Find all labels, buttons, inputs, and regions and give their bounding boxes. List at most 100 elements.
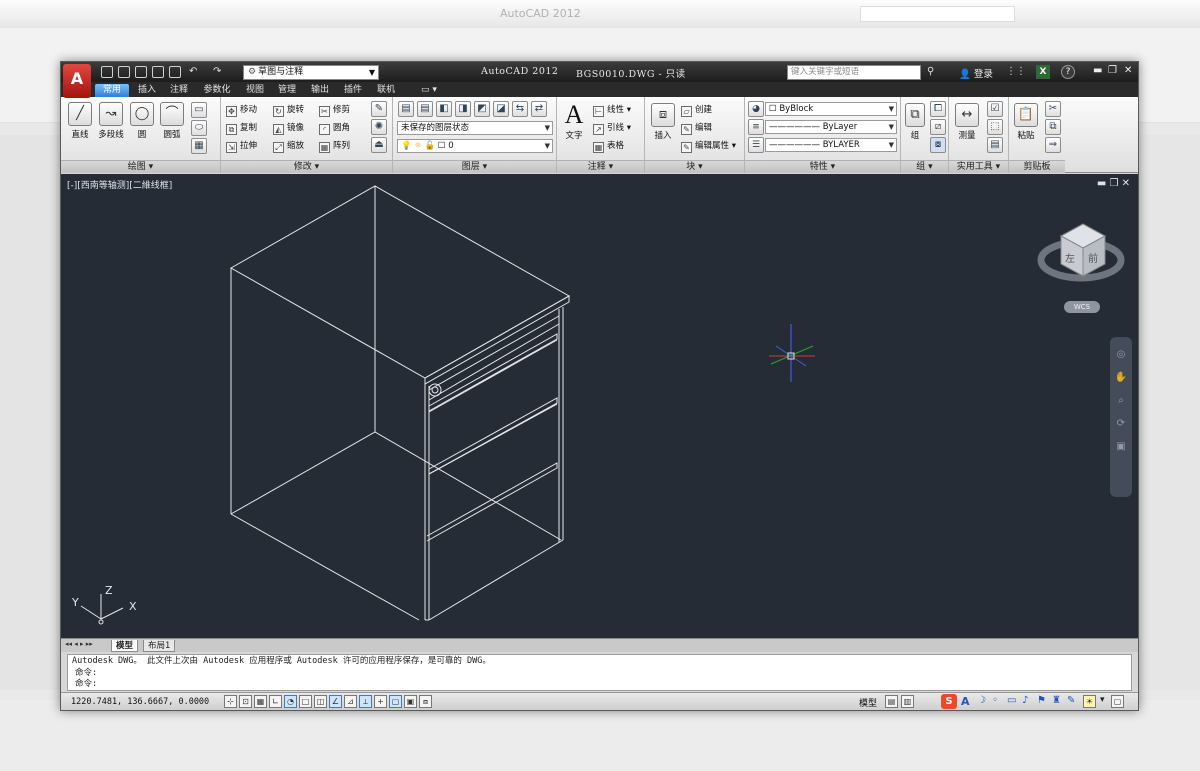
tab-layout1[interactable]: 布局1	[143, 640, 176, 652]
model-space-button[interactable]: 模型	[859, 696, 877, 709]
calculator-icon[interactable]: ▤	[987, 137, 1003, 153]
quick-view-icon[interactable]: ▥	[901, 695, 914, 708]
hatch-icon[interactable]: ▦	[191, 138, 207, 154]
workspace-select[interactable]: ⚙ 草图与注释 ▼	[243, 65, 379, 80]
tab-view[interactable]: 视图	[241, 84, 269, 97]
text-button[interactable]: A 文字	[561, 101, 587, 142]
measure-button[interactable]: ↔ 测量	[952, 103, 982, 141]
wcs-button[interactable]: WCS	[1064, 301, 1100, 313]
close-icon[interactable]: ✕	[1124, 65, 1132, 76]
line-button[interactable]: ╱ 直线	[67, 102, 93, 140]
ducs-icon[interactable]: ⊿	[344, 695, 357, 708]
rectangle-icon[interactable]: ▭	[191, 102, 207, 118]
status-menu-icon[interactable]: ▾	[1100, 695, 1105, 705]
viewcube-front-label[interactable]: 前	[1088, 250, 1098, 265]
clean-screen-icon[interactable]: ▢	[1111, 695, 1124, 708]
ime-s-icon[interactable]: S	[941, 694, 957, 709]
layer-properties-icon[interactable]: ▤	[398, 101, 414, 117]
polar-icon[interactable]: ◔	[284, 695, 297, 708]
fillet-button[interactable]: ◜ 圆角	[319, 121, 350, 135]
lineweight-toggle-icon[interactable]: +	[374, 695, 387, 708]
color-select[interactable]: ☐ ByBlock ▼	[765, 102, 897, 116]
trim-button[interactable]: ✂ 修剪	[319, 103, 350, 117]
redo-icon[interactable]: ↷	[213, 66, 221, 77]
explode-icon[interactable]: ✺	[371, 119, 387, 135]
application-menu-button[interactable]: A	[63, 64, 91, 98]
selection-cycling-icon[interactable]: ⧈	[419, 695, 432, 708]
save-as-icon[interactable]	[152, 66, 164, 78]
new-file-icon[interactable]	[101, 66, 113, 78]
group-edit-icon[interactable]: ⧄	[930, 119, 946, 135]
paste-button[interactable]: 📋 粘贴	[1012, 103, 1040, 141]
help-button[interactable]: ?	[1061, 65, 1075, 79]
undo-icon[interactable]: ↶	[189, 66, 197, 77]
layer-state-select[interactable]: 未保存的图层状态 ▼	[397, 121, 553, 135]
orbit-icon[interactable]: ⟳	[1110, 418, 1132, 429]
annotation-scale-icon[interactable]: A	[961, 695, 970, 708]
save-icon[interactable]	[135, 66, 147, 78]
pan-icon[interactable]: ✋	[1110, 372, 1132, 383]
array-button[interactable]: ▦ 阵列	[319, 139, 350, 153]
layer-icon[interactable]: ▤	[417, 101, 433, 117]
insert-button[interactable]: ⧈ 插入	[649, 103, 677, 141]
ungroup-icon[interactable]: ⧠	[930, 101, 946, 117]
viewcube[interactable]	[1037, 223, 1125, 282]
snap-icon[interactable]: ⊡	[239, 695, 252, 708]
block-panel-title[interactable]: 块 ▾	[645, 160, 744, 173]
steering-wheel-icon[interactable]: ◎	[1110, 349, 1132, 360]
punctuation-icon[interactable]: ◦	[992, 695, 998, 706]
layer-lock-icon[interactable]: ◩	[474, 101, 490, 117]
stretch-button[interactable]: ⇲ 拉伸	[226, 139, 257, 153]
select-all-icon[interactable]: ⬚	[987, 119, 1003, 135]
properties-panel-title[interactable]: 特性 ▾	[745, 160, 900, 173]
linear-button[interactable]: ⊢ 线性 ▾	[593, 103, 631, 117]
open-file-icon[interactable]	[118, 66, 130, 78]
3d-osnap-icon[interactable]: ◫	[314, 695, 327, 708]
offset-icon[interactable]: ⏏	[371, 137, 387, 153]
erase-icon[interactable]: ✎	[371, 101, 387, 117]
color-wheel-icon[interactable]: ◕	[748, 101, 764, 117]
tab-online[interactable]: 联机	[372, 84, 400, 97]
mirror-button[interactable]: ◭ 镜像	[273, 121, 304, 135]
viewcube-left-label[interactable]: 左	[1065, 250, 1075, 265]
keyboard-icon[interactable]: ▭	[1007, 695, 1016, 706]
move-button[interactable]: ✥ 移动	[226, 103, 257, 117]
rotate-button[interactable]: ↻ 旋转	[273, 103, 304, 117]
wrench-icon[interactable]: ✎	[1067, 695, 1075, 706]
dyn-icon[interactable]: ⟂	[359, 695, 372, 708]
copy-clip-icon[interactable]: ⧉	[1045, 119, 1061, 135]
ellipse-icon[interactable]: ⬭	[191, 120, 207, 136]
linetype-icon[interactable]: ≡	[748, 119, 764, 135]
tab-insert[interactable]: 插入	[133, 84, 161, 97]
zoom-icon[interactable]: ⌕	[1110, 395, 1132, 406]
drawing-viewport[interactable]: [-][西南等轴测][二維线框] ▬ ❐ ✕ 左 前 Y Z X WCS ◎ ✋…	[61, 174, 1138, 638]
tab-home[interactable]: 常用	[95, 84, 129, 97]
layer-select[interactable]: 💡 ☼ 🔓 ☐ 0 ▼	[397, 139, 553, 153]
grid-icon[interactable]: ⋮⋮	[1006, 66, 1026, 77]
scale-button[interactable]: ⤢ 缩放	[273, 139, 304, 153]
restore-icon[interactable]: ❐	[1108, 65, 1117, 76]
grid-display-icon[interactable]: ▦	[254, 695, 267, 708]
layers-panel-title[interactable]: 图层 ▾	[393, 160, 556, 173]
quick-select-icon[interactable]: ☑	[987, 101, 1003, 117]
skin-icon[interactable]: ⚑	[1037, 695, 1046, 706]
binoculars-icon[interactable]: ⚲	[927, 66, 934, 77]
utilities-panel-title[interactable]: 实用工具 ▾	[949, 160, 1008, 173]
layer-walk-icon[interactable]: ⇆	[512, 101, 528, 117]
layout-nav-arrows[interactable]: ◂◂ ◂ ▸ ▸▸	[65, 640, 93, 648]
minimize-icon[interactable]: ▬	[1093, 65, 1102, 76]
print-icon[interactable]	[169, 66, 181, 78]
tab-plugins[interactable]: 插件	[339, 84, 367, 97]
showmotion-icon[interactable]: ▣	[1110, 441, 1132, 452]
lineweight-select[interactable]: —————— BYLAYER ▼	[765, 138, 897, 152]
layer-match-icon[interactable]: ◪	[493, 101, 509, 117]
group-select-icon[interactable]: ⧇	[930, 137, 946, 153]
clipboard-panel-title[interactable]: 剪贴板	[1009, 160, 1065, 173]
edit-attribute-button[interactable]: ✎ 编辑属性 ▾	[681, 139, 736, 153]
voice-icon[interactable]: ♪	[1022, 695, 1028, 706]
command-window[interactable]: Autodesk DWG。 此文件上次由 Autodesk 应用程序或 Auto…	[67, 654, 1132, 691]
shirt-icon[interactable]: ♜	[1052, 695, 1061, 706]
tab-manage[interactable]: 管理	[273, 84, 301, 97]
create-block-button[interactable]: ▱ 创建	[681, 103, 712, 117]
draw-panel-title[interactable]: 绘图 ▾	[61, 160, 220, 173]
